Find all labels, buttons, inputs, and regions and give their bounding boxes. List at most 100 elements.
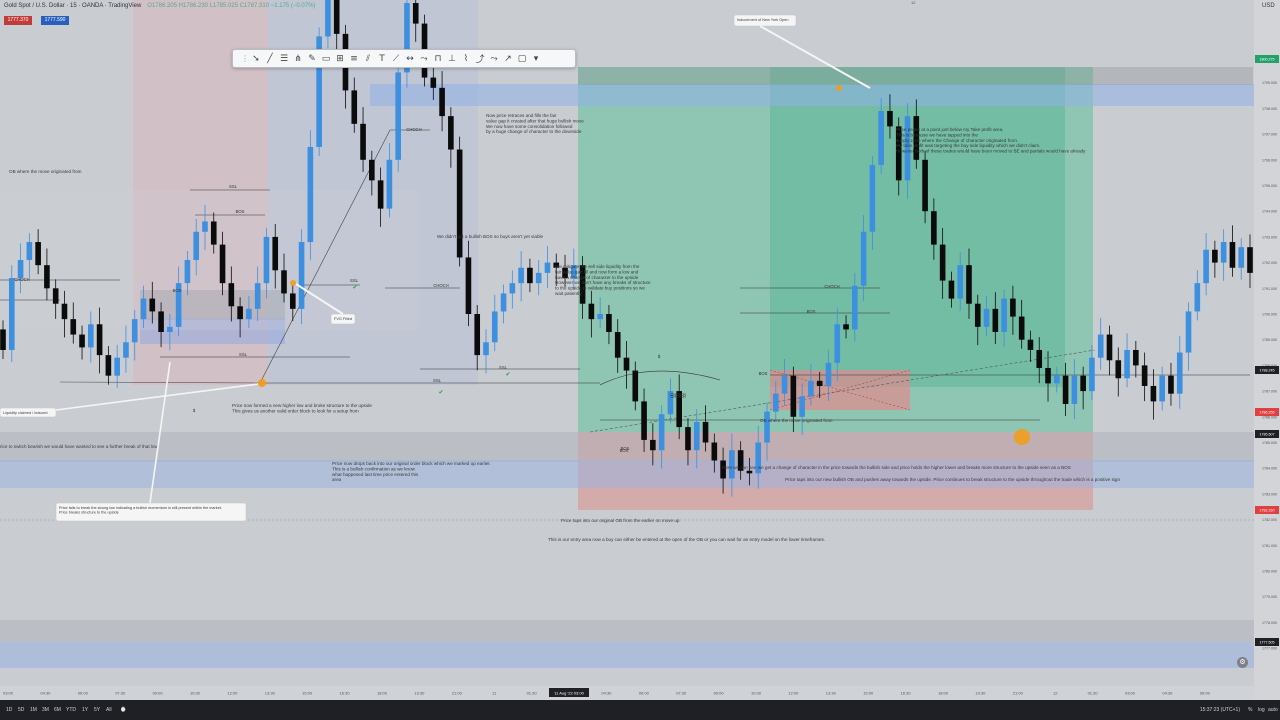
candle-body [88,324,94,348]
range-3m[interactable]: 3M [42,707,49,713]
position-icon[interactable]: ⊥ [445,52,459,66]
time-tick: 04:30 [1162,691,1173,696]
log-toggle[interactable]: log [1258,707,1265,713]
fib-icon[interactable]: ≡ [347,52,361,66]
candle-body [44,265,50,289]
measure-icon[interactable]: ↔ [403,52,417,66]
structure-label: CHOCH [824,284,839,289]
pencil-icon[interactable]: ✎ [305,52,319,66]
price-tick: 1782.000 [1262,518,1277,522]
band-grey [0,432,1280,462]
range-5d[interactable]: 5D [18,707,24,713]
note-icon[interactable]: ⤴ [473,52,487,66]
range-1d[interactable]: 1D [6,707,12,713]
callout-text-ny-open: Inducement of New York Open [737,18,789,22]
candle-body [535,272,542,284]
range-5y[interactable]: 5Y [94,707,100,713]
candle-body [307,146,314,243]
candle-body [184,260,191,284]
candle-body [983,308,990,327]
candle-body [351,90,358,124]
percent-toggle[interactable]: % [1248,707,1252,713]
range-all[interactable]: All [106,707,112,713]
candle-body [219,244,226,284]
drag-handle-icon[interactable]: ⋮ [241,52,249,66]
structure-label: BOS [236,209,245,214]
annotation-higher-low: Price now formed a new higher low and br… [232,403,372,413]
candle-body [325,0,331,37]
annotation-change-character: Here we can see we get a change of chara… [722,465,1071,470]
horizontal-line-icon[interactable]: ☰ [277,52,291,66]
band-top-grey [578,67,1253,85]
candle-body [1115,360,1122,379]
candle-body [869,164,876,232]
time-tick: 01:30 [1088,691,1099,696]
candle-body [606,314,612,332]
pattern-icon[interactable]: ⊓ [431,52,445,66]
time-tick: 03:00 [3,691,14,696]
path-icon[interactable]: ⤳ [417,52,431,66]
price-tick: 1789.000 [1262,338,1277,342]
range-1m[interactable]: 1M [30,707,37,713]
range-1y[interactable]: 1Y [82,707,88,713]
price-tick: 1783.000 [1262,492,1277,496]
path-icon[interactable]: ⤳ [487,52,501,66]
brush-icon[interactable]: ⌇ [459,52,473,66]
table-icon[interactable]: ⊞ [333,52,347,66]
candle-body [412,3,419,24]
auto-toggle[interactable]: auto [1268,707,1278,713]
currency-label[interactable]: USD [1262,3,1275,9]
more-icon[interactable]: ▾ [529,52,543,66]
candle-body [614,331,621,358]
candle-body [61,303,68,320]
bottom-bar [0,700,1280,720]
text-icon[interactable]: T [375,52,389,66]
candle-body [1080,375,1086,392]
frame-icon[interactable]: ▢ [515,52,529,66]
structure-label: SSL [229,184,238,189]
cursor-icon[interactable]: ➘ [249,52,263,66]
price-tick: 1796.000 [1262,158,1277,162]
candle-body [298,242,305,309]
structure-label: CHOCH [433,283,448,288]
price-tick: 1787.000 [1262,390,1277,394]
candle-body [693,421,700,451]
candle-body [632,370,639,402]
arrow-icon[interactable]: ↗ [501,52,515,66]
utc-clock[interactable]: 15:37:23 (UTC+1) [1200,707,1240,713]
candle-body [430,77,437,88]
candle-body [26,242,33,261]
candle-body [1106,334,1113,361]
band-blue-ob [0,460,1280,488]
candle-body [650,439,656,451]
range-ytd[interactable]: YTD [66,707,76,713]
buy-price-badge[interactable]: 1777.590 [41,16,69,25]
candle-body [386,159,393,209]
price-chart[interactable]: 1800.0001799.0001798.0001797.0001796.000… [0,0,1280,720]
pitchfork-icon[interactable]: ⋔ [291,52,305,66]
candle-body [518,267,524,284]
candle-body [685,427,691,451]
parallel-channel-icon[interactable]: ⫽ [361,52,375,66]
candle-body [1018,316,1025,340]
price-tick: 1790.000 [1262,313,1277,317]
candle-body [939,244,946,281]
price-tick: 1797.000 [1262,133,1277,137]
rectangle-icon[interactable]: ▭ [319,52,333,66]
time-tick: 13:30 [265,691,276,696]
chart-settings-icon[interactable]: ⚙ [1237,657,1248,668]
sell-price-badge[interactable]: 1777.370 [4,16,32,25]
candle-body [658,414,665,451]
candle-body [966,265,972,304]
trend-line-icon[interactable]: ╱ [263,52,277,66]
band-blue-bottom [0,642,1280,668]
candle-body [439,87,445,117]
goto-date-icon[interactable]: ⌚ [120,707,126,713]
candle-body [1212,249,1218,263]
range-6m[interactable]: 6M [54,707,61,713]
time-tick: 06:00 [1200,691,1211,696]
candle-body [527,267,533,284]
long-position-icon[interactable]: ⟋ [389,52,403,66]
time-tick: 12 [1053,691,1058,696]
structure-label: BOS [759,371,768,376]
